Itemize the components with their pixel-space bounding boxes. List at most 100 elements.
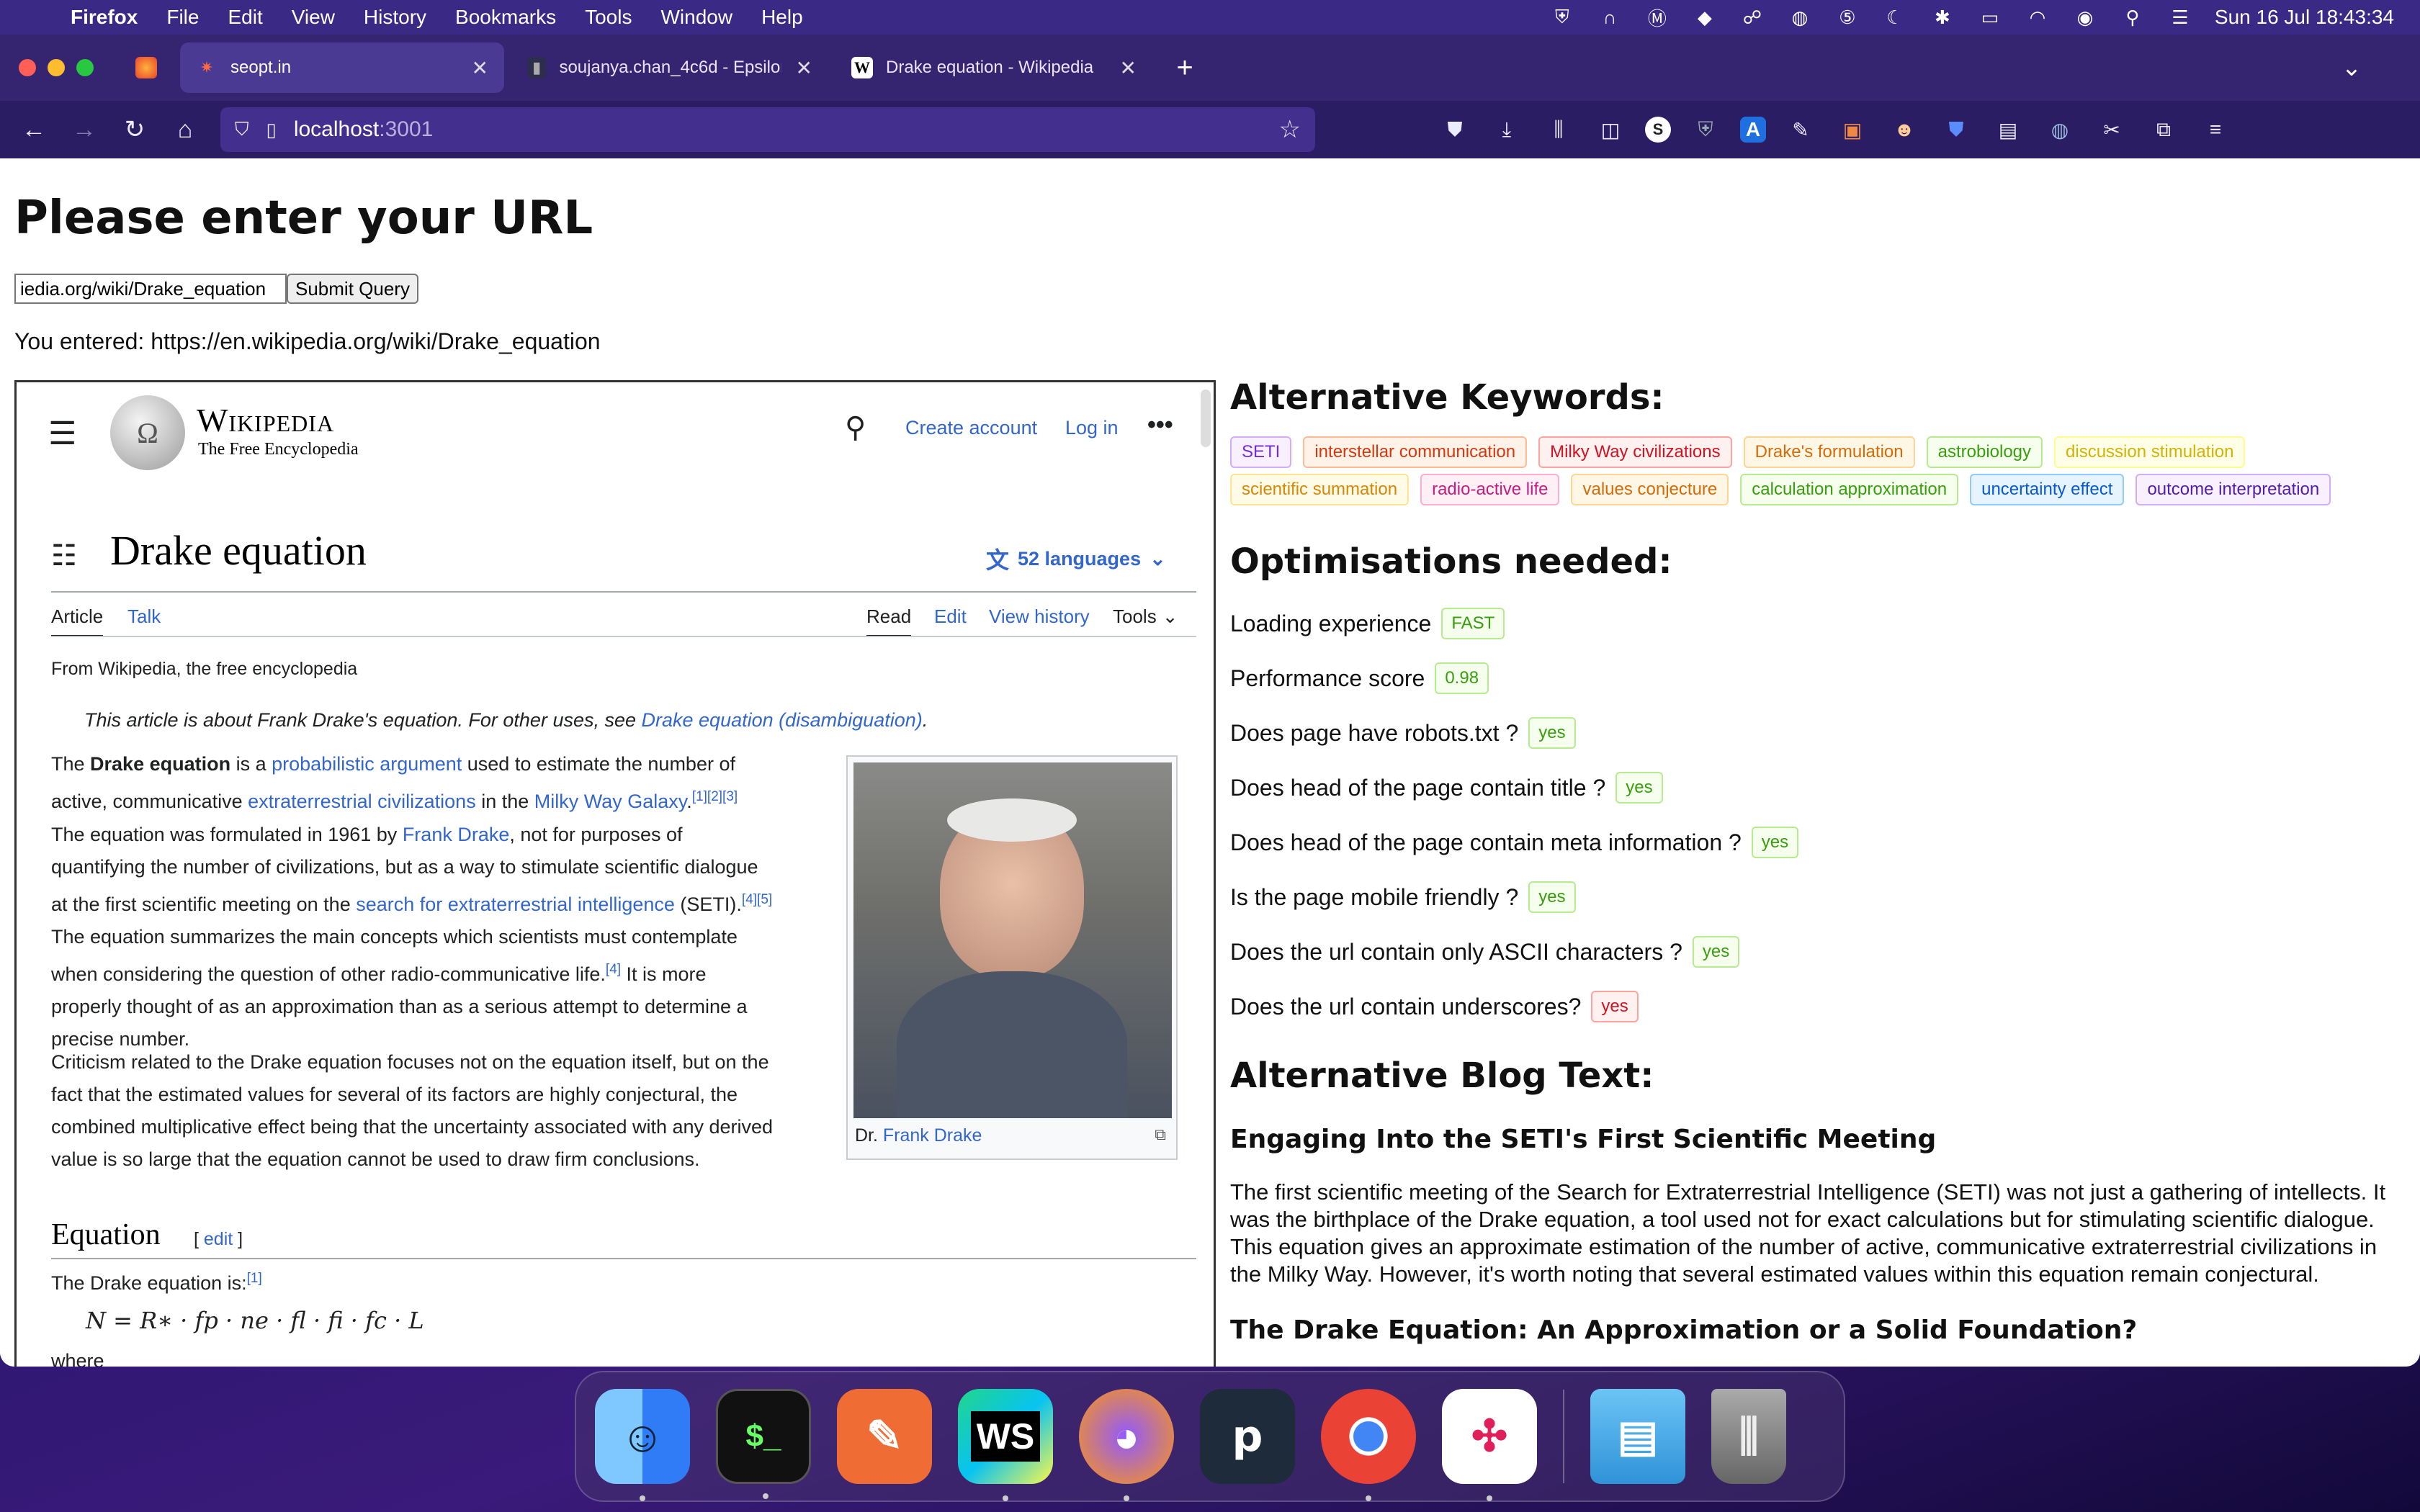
- dock-webstorm-icon[interactable]: WS: [958, 1389, 1053, 1501]
- extensions-puzzle-icon[interactable]: ⧉: [2146, 112, 2181, 147]
- user-icon[interactable]: ◉: [2072, 6, 2098, 28]
- scissors-icon[interactable]: ✂: [2094, 112, 2129, 147]
- tab-read[interactable]: Read: [866, 606, 912, 637]
- ublock-icon[interactable]: ⛨: [1688, 112, 1723, 147]
- menu-app-name[interactable]: Firefox: [71, 6, 138, 29]
- frank-drake-photo[interactable]: [853, 762, 1172, 1118]
- back-button[interactable]: ←: [9, 108, 59, 151]
- tracking-shield-icon[interactable]: ⛉: [235, 118, 249, 141]
- citation-refs[interactable]: [4][5]: [742, 892, 772, 907]
- dock-firefox-icon[interactable]: ◕: [1079, 1389, 1174, 1501]
- tab-view-history[interactable]: View history: [989, 606, 1090, 628]
- list-all-tabs-chevron-icon[interactable]: ⌄: [2326, 46, 2377, 89]
- battery-icon[interactable]: ▭: [1977, 6, 2003, 28]
- menu-window[interactable]: Window: [660, 6, 732, 29]
- clipboard-icon[interactable]: ▤: [1991, 112, 2025, 147]
- spotlight-search-icon[interactable]: ⚲: [2120, 6, 2146, 28]
- menu-tools[interactable]: Tools: [585, 6, 632, 29]
- probabilistic-argument-link[interactable]: probabilistic argument: [272, 753, 462, 775]
- sidebar-icon[interactable]: ◫: [1593, 112, 1628, 147]
- tab-talk[interactable]: Talk: [127, 606, 161, 628]
- extraterrestrial-civilizations-link[interactable]: extraterrestrial civilizations: [248, 791, 476, 812]
- citation-refs[interactable]: [1]: [247, 1271, 262, 1286]
- dock-postman-icon[interactable]: ✎: [837, 1389, 932, 1484]
- control-center-icon[interactable]: ☰: [2167, 6, 2193, 28]
- tab-edit[interactable]: Edit: [934, 606, 967, 628]
- forward-button[interactable]: →: [59, 108, 109, 151]
- s-extension-icon[interactable]: S: [1645, 117, 1671, 143]
- wikipedia-wordmark[interactable]: Wikipedia: [197, 401, 334, 439]
- bluetooth-icon[interactable]: ✱: [1930, 6, 1955, 28]
- milky-way-galaxy-link[interactable]: Milky Way Galaxy: [534, 791, 687, 812]
- dock-pieces-icon[interactable]: p: [1200, 1389, 1295, 1484]
- globe-status-icon[interactable]: ◍: [1787, 6, 1813, 28]
- tab-close-icon[interactable]: ✕: [457, 56, 488, 80]
- wikipedia-preview-frame[interactable]: ☰ Ω Wikipedia The Free Encyclopedia ⚲ Cr…: [14, 380, 1216, 1367]
- menu-bookmarks[interactable]: Bookmarks: [455, 6, 556, 29]
- url-bar[interactable]: ⛉ ▯ localhost :3001 ☆: [220, 107, 1315, 152]
- bitwarden-shield-icon[interactable]: ⛊: [1939, 112, 1973, 147]
- submit-query-button[interactable]: Submit Query: [287, 274, 418, 304]
- app-menu-icon[interactable]: ≡: [2198, 112, 2233, 147]
- wikipedia-globe-logo-icon[interactable]: Ω: [110, 395, 185, 470]
- downloads-icon[interactable]: ⤓: [1489, 112, 1524, 147]
- game-extension-icon[interactable]: ▣: [1835, 112, 1870, 147]
- dock-downloads-folder-icon[interactable]: ▤: [1590, 1389, 1685, 1484]
- menu-clock[interactable]: Sun 16 Jul 18:43:34: [2215, 6, 2394, 29]
- tab-wikipedia[interactable]: W Drake equation - Wikipedia ✕: [835, 42, 1152, 93]
- languages-button[interactable]: 文 52 languages ⌄: [986, 542, 1166, 575]
- disambiguation-link[interactable]: Drake equation (disambiguation): [642, 709, 923, 731]
- tab-close-icon[interactable]: ✕: [781, 56, 812, 80]
- globe-extension-icon[interactable]: ◍: [2043, 112, 2077, 147]
- section-edit-link[interactable]: edit: [204, 1229, 233, 1249]
- page-info-icon[interactable]: ▯: [266, 119, 277, 141]
- bookmark-star-icon[interactable]: ☆: [1279, 115, 1301, 144]
- dock-chrome-icon[interactable]: [1321, 1389, 1416, 1501]
- network-status-icon[interactable]: ☍: [1739, 6, 1765, 28]
- hamburger-menu-icon[interactable]: ☰: [48, 415, 76, 452]
- five-status-icon[interactable]: ⑤: [1834, 6, 1860, 28]
- table-of-contents-icon[interactable]: ☷: [51, 539, 77, 572]
- reload-button[interactable]: ↻: [109, 108, 160, 151]
- menu-view[interactable]: View: [292, 6, 335, 29]
- minimize-window-button[interactable]: [48, 59, 65, 76]
- pinned-tab-firefox[interactable]: [122, 42, 173, 93]
- log-in-link[interactable]: Log in: [1065, 417, 1119, 439]
- dock-trash-icon[interactable]: ⫼: [1711, 1389, 1786, 1484]
- arc-status-icon[interactable]: ∩: [1597, 6, 1623, 28]
- moon-icon[interactable]: ☾: [1882, 6, 1908, 28]
- search-icon[interactable]: ⚲: [845, 411, 866, 444]
- wifi-icon[interactable]: ◠: [2025, 6, 2051, 28]
- font-extension-icon[interactable]: A: [1740, 117, 1766, 143]
- menu-help[interactable]: Help: [761, 6, 803, 29]
- new-tab-button[interactable]: +: [1160, 46, 1210, 89]
- home-button[interactable]: ⌂: [160, 108, 210, 151]
- color-picker-icon[interactable]: ✎: [1783, 112, 1818, 147]
- more-options-icon[interactable]: •••: [1147, 411, 1173, 439]
- dock-slack-icon[interactable]: ✣: [1442, 1389, 1537, 1501]
- seti-link[interactable]: search for extraterrestrial intelligence: [356, 894, 675, 915]
- m-status-icon[interactable]: Ⓜ: [1644, 6, 1670, 30]
- close-window-button[interactable]: [19, 59, 36, 76]
- citation-refs[interactable]: [1][2][3]: [692, 789, 738, 804]
- cube-status-icon[interactable]: ◆: [1692, 6, 1718, 28]
- frank-drake-link[interactable]: Frank Drake: [403, 824, 510, 845]
- menu-edit[interactable]: Edit: [228, 6, 262, 29]
- dock-terminal-icon[interactable]: $_: [716, 1389, 811, 1499]
- zoom-window-button[interactable]: [76, 59, 94, 76]
- apple-icon[interactable]: [26, 5, 50, 30]
- pocket-icon[interactable]: ⛊: [1438, 112, 1472, 147]
- dock-finder-icon[interactable]: ☺: [595, 1389, 690, 1501]
- tab-article[interactable]: Article: [51, 606, 104, 637]
- url-input[interactable]: [14, 274, 287, 304]
- tab-close-icon[interactable]: ✕: [1106, 56, 1137, 80]
- tab-seopt[interactable]: ✷ seopt.in ✕: [180, 42, 504, 93]
- tab-epsilon[interactable]: ▮ soujanya.chan_4c6d - Epsilon W ✕: [511, 42, 828, 93]
- owl-extension-icon[interactable]: ☻: [1887, 112, 1922, 147]
- library-icon[interactable]: ⫼: [1541, 112, 1576, 147]
- menu-history[interactable]: History: [364, 6, 426, 29]
- shield-status-icon[interactable]: ⛨: [1549, 6, 1575, 28]
- tools-dropdown[interactable]: Tools ⌄: [1113, 606, 1178, 628]
- create-account-link[interactable]: Create account: [905, 417, 1037, 439]
- enlarge-icon[interactable]: ⧉: [1155, 1125, 1166, 1144]
